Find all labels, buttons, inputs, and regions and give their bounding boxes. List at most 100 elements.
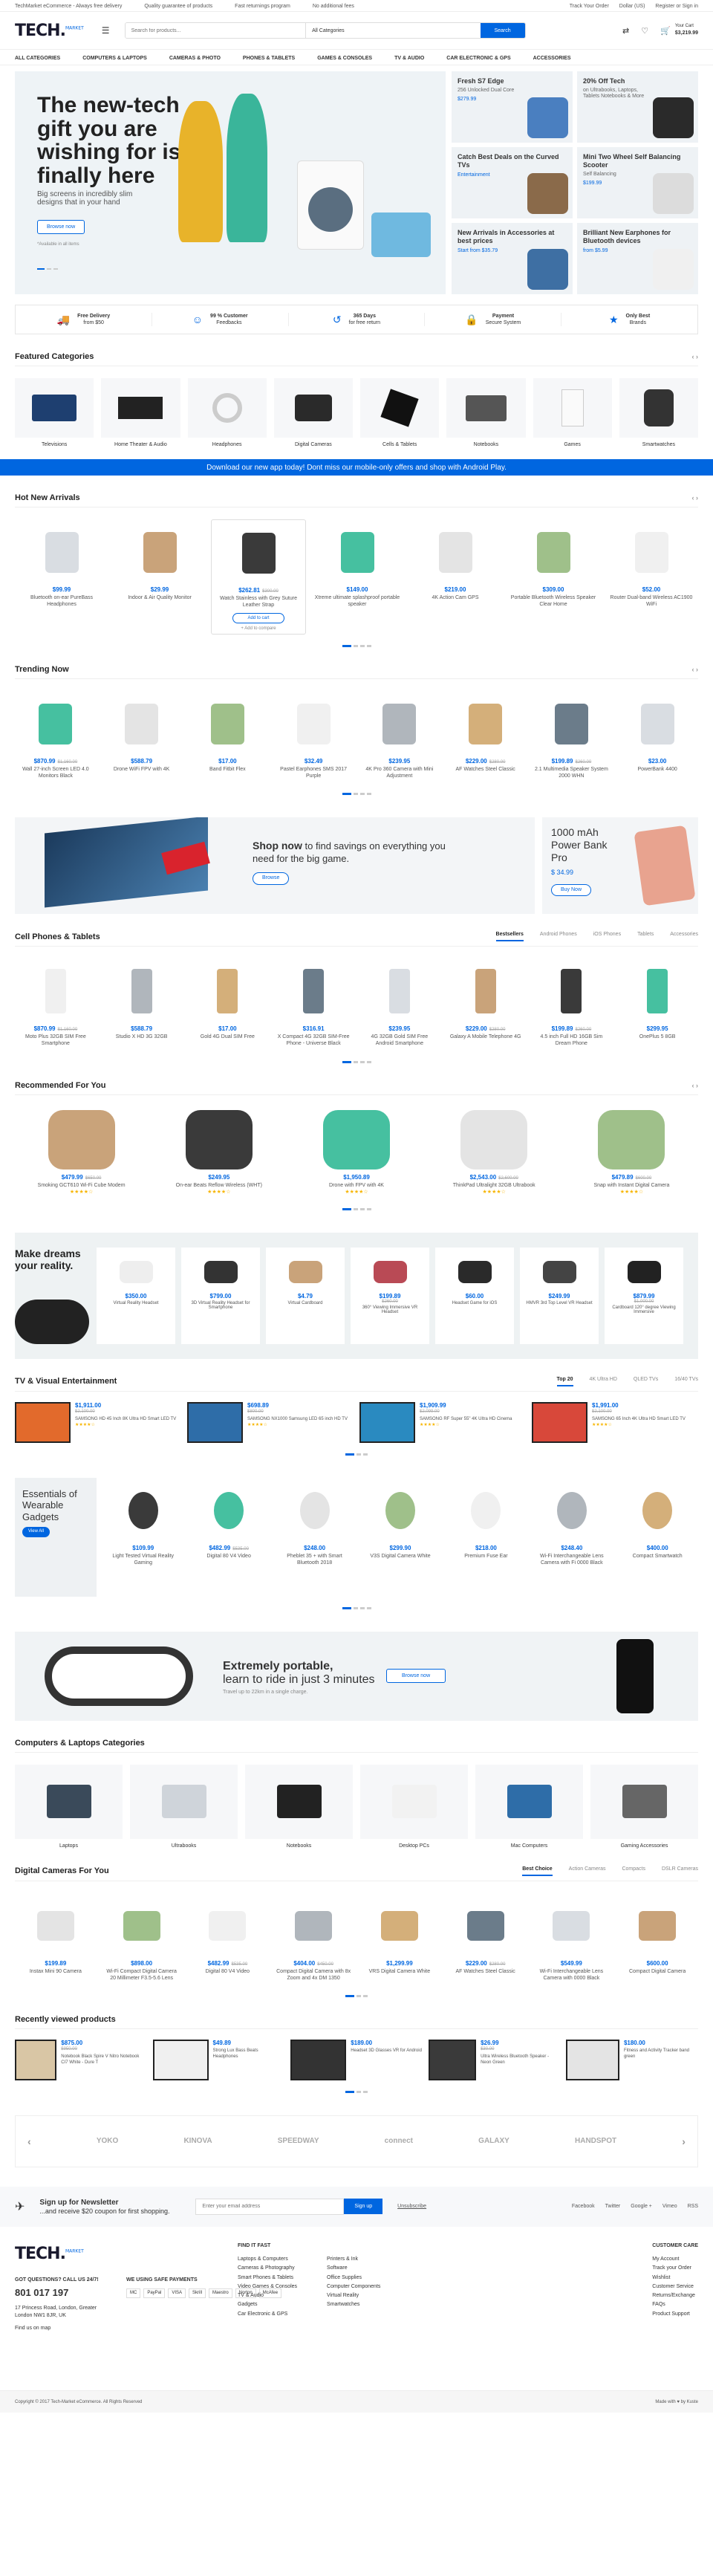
footer-link[interactable]: TV & Audio [238, 2291, 297, 2300]
product-name[interactable]: 4.5 inch Full HD 16GB Sim Dream Phone [534, 1034, 610, 1047]
product-name[interactable]: Drone WiFi FPV with 4K [104, 766, 180, 773]
category-card[interactable]: Home Theater & Audio [101, 378, 180, 447]
category-select[interactable]: All Categories [305, 23, 481, 38]
footer-link[interactable]: Video Games & Consoles [238, 2283, 297, 2291]
nav-item[interactable]: Car Electronic & GPS [446, 56, 510, 61]
product-card[interactable]: $199.89 $260.00 2.1 Multimedia Speaker Sys… [531, 691, 613, 782]
product-card[interactable]: $588.79 Drone WiFi FPV with 4K [101, 691, 183, 782]
computer-category-card[interactable]: Desktop PCs [360, 1764, 468, 1849]
vr-product-card[interactable]: $199.89 $260.00 360° Viewing Immersive VR … [351, 1247, 429, 1344]
tab[interactable]: Action Cameras [569, 1866, 606, 1876]
product-name[interactable]: Router Dual-band Wireless AC1900 WiFi [608, 594, 695, 608]
product-card[interactable]: $149.00 Xtreme ultimate splashproof porta… [310, 519, 404, 635]
footer-link[interactable]: Customer Service [652, 2283, 698, 2291]
footer-link[interactable]: Product Support [652, 2310, 698, 2319]
product-name[interactable]: Smoking GCT610 Wi-Fi Cube Modem [18, 1182, 145, 1189]
product-card[interactable]: $482.99 $535.00 Digital 80 V4 Video [188, 1478, 269, 1597]
product-name[interactable]: ThinkPad Ultralight 32GB Ultrabook [431, 1182, 558, 1189]
product-name[interactable]: Headset 3D Glasses VR for Android [351, 2048, 422, 2054]
currency-select[interactable]: Dollar (US) [619, 4, 645, 9]
product-name[interactable]: PowerBank 4400 [619, 766, 695, 773]
tab[interactable]: 4K Ultra HD [590, 1377, 617, 1386]
social-link[interactable]: RSS [688, 2204, 698, 2209]
product-name[interactable]: Premium Fuse Ear [449, 1553, 524, 1560]
product-name[interactable]: AF Watches Steel Classic [448, 1968, 524, 1975]
product-name[interactable]: Wi-Fi Compact Digital Camera 20 Millimet… [104, 1968, 180, 1982]
product-card[interactable]: $17.00 Gold 4G Dual SIM Free [187, 958, 269, 1050]
product-name[interactable]: Notebook Black Spire V Nitro Notebook CI… [61, 2054, 146, 2066]
social-link[interactable]: Twitter [605, 2204, 621, 2209]
product-card[interactable]: $1,911.00 $2,100.00 SAMSONG HD 45 Inch 8K … [15, 1401, 181, 1443]
product-card[interactable]: $23.00 PowerBank 4400 [616, 691, 698, 782]
product-name[interactable]: Xtreme ultimate splashproof portable spe… [313, 594, 401, 608]
account-link[interactable]: Register or Sign in [655, 4, 698, 9]
footer-link[interactable]: Returns/Exchange [652, 2291, 698, 2300]
tab[interactable]: 16/40 TVs [674, 1377, 698, 1386]
cart[interactable]: 🛒 Your Cart $3,219.99 [660, 24, 698, 37]
product-name[interactable]: Snap with Instant Digital Camera [568, 1182, 695, 1189]
product-card[interactable]: $52.00 Router Dual-band Wireless AC1900 W… [605, 519, 698, 635]
product-name[interactable]: 4K Action Cam GPS [411, 594, 499, 601]
product-name[interactable]: 2.1 Multimedia Speaker System 2000 WHN [534, 766, 610, 779]
social-link[interactable]: Facebook [572, 2204, 595, 2209]
product-name[interactable]: Wi-Fi Interchangeable Lens Camera with 0… [534, 1968, 610, 1982]
tab[interactable]: iOS Phones [593, 932, 621, 941]
product-card[interactable]: $49.89 Strong Lux Bass Beats Headphones [152, 2039, 285, 2080]
product-card[interactable]: $199.89 Instax Mini 90 Camera [15, 1893, 97, 1985]
product-card[interactable]: $1,909.99 $2,099.00 SAMSONG RF Super 55" 4… [359, 1401, 526, 1443]
product-card[interactable]: $316.91 X Compact 4G 32GB SIM-Free Phone … [273, 958, 354, 1050]
computer-category-card[interactable]: Gaming Accessories [590, 1764, 698, 1849]
product-name[interactable]: Instax Mini 90 Camera [18, 1968, 94, 1975]
nav-item[interactable]: Games & Consoles [317, 56, 372, 61]
social-link[interactable]: Vimeo [662, 2204, 677, 2209]
cam-pagination[interactable] [15, 1994, 698, 1997]
product-name[interactable]: Pastel Earphones SMS 2017 Purple [276, 766, 351, 779]
footer-link[interactable]: My Account [652, 2255, 698, 2264]
product-card[interactable]: $229.00 $280.00 AF Watches Steel Classic [445, 691, 527, 782]
category-card[interactable]: Televisions [15, 378, 94, 447]
product-name[interactable]: Wi-Fi Interchangeable Lens Camera with F… [534, 1553, 609, 1566]
product-name[interactable]: SAMSONG 65 Inch 4K Ultra HD Smart LED TV [592, 1417, 686, 1423]
hero-promo-card[interactable]: 20% Off Tech on Ultrabooks, Laptops, Tabl… [577, 71, 698, 143]
tab[interactable]: Tablets [637, 932, 654, 941]
wear-pagination[interactable] [15, 1606, 698, 1609]
rec-pagination[interactable] [15, 1207, 698, 1210]
product-card[interactable]: $26.99 $30.00 Ultra Wireless Bluetooth Spe… [428, 2039, 561, 2080]
product-name[interactable]: On-ear Beats Reflow Wireless (WHT) [155, 1182, 282, 1189]
footer-link[interactable]: FAQs [652, 2300, 698, 2309]
compare-icon[interactable]: ⇄ [622, 26, 629, 36]
hero-promo-card[interactable]: Fresh S7 Edge 256 Unlocked Dual Core $279.… [452, 71, 573, 143]
product-card[interactable]: $109.99 Light Tested Virtual Reality Gami… [102, 1478, 183, 1597]
add-to-compare-link[interactable]: + Add to compare [215, 626, 302, 631]
product-card[interactable]: $479.89 $600.00 Snap with Instant Digital … [565, 1107, 698, 1198]
product-card[interactable]: $262.81 $300.00 Watch Stainless with Grey … [211, 519, 306, 635]
footer-link[interactable]: Gadgets [238, 2300, 297, 2309]
product-name[interactable]: SAMSONG HD 45 Inch 8K Ultra HD Smart LED… [75, 1417, 176, 1423]
product-card[interactable]: $29.99 Indoor & Air Quality Monitor [113, 519, 206, 635]
product-card[interactable]: $482.99 $535.00 Digital 80 V4 Video [187, 1893, 269, 1985]
product-name[interactable]: Moto Plus 32GB SIM Free Smartphone [18, 1034, 94, 1047]
nav-item[interactable]: Phones & Tablets [243, 56, 295, 61]
hero-promo-card[interactable]: Mini Two Wheel Self Balancing Scooter Sel… [577, 147, 698, 218]
nav-item[interactable]: TV & Audio [394, 56, 424, 61]
product-card[interactable]: $99.99 Bluetooth on-ear PureBass Headphon… [15, 519, 108, 635]
product-card[interactable]: $32.49 Pastel Earphones SMS 2017 Purple [273, 691, 354, 782]
nav-item[interactable]: Cameras & Photo [169, 56, 221, 61]
product-name[interactable]: 4G 32GB Gold SIM Free Android Smartphone [362, 1034, 437, 1047]
product-name[interactable]: Compact Smartwatch [620, 1553, 695, 1560]
vr-product-card[interactable]: $249.99 HMVR 3rd Top Level VR Headset [520, 1247, 599, 1344]
product-card[interactable]: $588.79 Studio X HD 3G 32GB [101, 958, 183, 1050]
product-name[interactable]: Compact Digital Camera [619, 1968, 695, 1975]
product-name[interactable]: AF Watches Steel Classic [448, 766, 524, 773]
social-link[interactable]: Google + [631, 2204, 652, 2209]
brand-logo[interactable]: connect [385, 2137, 413, 2145]
tab[interactable]: Android Phones [540, 932, 577, 941]
brand-logo[interactable]: KINOVA [183, 2137, 212, 2145]
unsubscribe-link[interactable]: Unsubscribe [397, 2204, 426, 2209]
product-card[interactable]: $404.00 $450.00 Compact Digital Camera wit… [273, 1893, 354, 1985]
nav-item[interactable]: All Categories [15, 56, 60, 61]
product-card[interactable]: $870.99 $1,160.00 Wall 27-inch Screen LED … [15, 691, 97, 782]
product-name[interactable]: Light Tested Virtual Reality Gaming [105, 1553, 180, 1566]
footer-link[interactable]: Software [327, 2264, 380, 2273]
product-card[interactable]: $1,991.00 $2,100.00 SAMSONG 65 Inch 4K Ult… [532, 1401, 698, 1443]
